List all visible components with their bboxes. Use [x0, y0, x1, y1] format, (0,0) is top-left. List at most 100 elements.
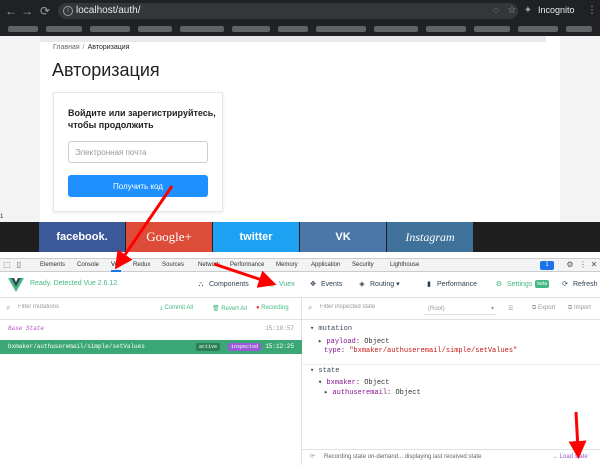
revert-all-button[interactable]: 🗑 Revert All — [212, 305, 247, 312]
address-row: ← → ⟳ i localhost/auth/ ◌ ☆ ✦ Incognito … — [0, 0, 600, 22]
twitter-button[interactable]: twitter — [213, 222, 299, 252]
url-text: localhost/auth/ — [76, 5, 141, 16]
bxmaker-prop[interactable]: ▾ bxmaker: Object — [318, 378, 389, 387]
instagram-button[interactable]: Instagram — [387, 222, 473, 252]
bookmark-item[interactable] — [566, 26, 592, 32]
facebook-button[interactable]: facebook. — [39, 222, 125, 252]
load-state-button[interactable]: → Load state — [552, 450, 588, 465]
refresh-button[interactable]: ⟳ Refresh — [560, 279, 597, 291]
tab-performance[interactable]: Performance — [230, 259, 264, 272]
state-section-label: state — [318, 367, 340, 375]
search-icon: ⌕ — [308, 303, 313, 312]
state-section[interactable]: ▾ state — [310, 366, 339, 375]
site-info-icon[interactable]: i — [63, 6, 73, 16]
inspect-element-icon[interactable]: ⬚ — [2, 260, 12, 270]
base-state-label: Base State — [8, 325, 45, 332]
extensions-icon[interactable]: ✦ — [522, 5, 534, 17]
payload-prop[interactable]: ▸ payload: Object — [318, 337, 389, 346]
bookmark-item[interactable] — [8, 26, 38, 32]
tracking-off-icon[interactable]: ◌ — [490, 5, 502, 17]
tab-network[interactable]: Network — [198, 259, 220, 272]
bookmark-item[interactable] — [518, 26, 558, 32]
import-button[interactable]: ⧉ Import — [568, 305, 591, 312]
export-button[interactable]: ⧉ Export — [532, 305, 555, 312]
page-title: Авторизация — [52, 60, 160, 80]
payload-value: Object — [364, 338, 390, 346]
forward-icon[interactable]: → — [20, 4, 34, 18]
type-value: "bxmaker/authuseremail/simple/setValues" — [349, 347, 518, 355]
load-state-label: Load state — [559, 454, 588, 460]
tab-vuex[interactable]: ◷ Vuex — [266, 279, 295, 291]
tab-settings[interactable]: ⚙ Settings beta — [494, 279, 550, 291]
tab-redux[interactable]: Redux — [133, 259, 150, 272]
devtools-tabbar: ⬚ ▯ Elements Console Vue Redux Sources N… — [0, 258, 600, 272]
import-label: Import — [573, 305, 591, 311]
mutation-section[interactable]: ▾ mutation — [310, 324, 352, 333]
back-icon[interactable]: ← — [4, 4, 18, 18]
section-divider — [302, 364, 600, 365]
routing-icon: ◈ — [359, 281, 365, 288]
filter-icon[interactable]: ☰ — [508, 305, 513, 312]
mutations-pane: ⌕ ⤓ Commit All 🗑 Revert All ● Recording … — [0, 298, 302, 465]
recording-toggle[interactable]: ● Recording — [256, 305, 289, 311]
card-heading: Войдите или зарегистрируйтесь, чтобы про… — [68, 108, 216, 130]
gear-icon[interactable]: ⚙ — [565, 260, 575, 270]
bookmark-item[interactable] — [474, 26, 510, 32]
address-bar[interactable]: i localhost/auth/ — [58, 3, 518, 19]
bookmark-star-icon[interactable]: ☆ — [506, 5, 518, 17]
tab-console[interactable]: Console — [77, 259, 99, 272]
tab-elements[interactable]: Elements — [40, 259, 65, 272]
bookmark-item[interactable] — [278, 26, 308, 32]
bookmark-item[interactable] — [232, 26, 270, 32]
get-code-button[interactable]: Получить код — [68, 175, 208, 197]
vuex-icon: ◷ — [267, 281, 275, 288]
bookmarks-bar — [0, 22, 600, 36]
bookmark-item[interactable] — [90, 26, 130, 32]
tab-components[interactable]: ⛬ Components — [196, 279, 249, 291]
bxmaker-key: bxmaker — [326, 379, 356, 387]
vue-status-text: Ready. Detected Vue 2.6.12. — [30, 280, 120, 287]
reload-icon[interactable]: ⟳ — [38, 4, 52, 18]
close-icon[interactable]: ✕ — [589, 260, 599, 270]
menu-dots-icon[interactable]: ⋮ — [586, 5, 598, 17]
messages-badge[interactable]: 1 — [540, 261, 554, 270]
tab-vue[interactable]: Vue — [111, 259, 122, 272]
social-bar: facebook. Google+ twitter VK Instagram — [0, 222, 600, 252]
tab-application[interactable]: Application — [311, 259, 340, 272]
bookmark-item[interactable] — [180, 26, 224, 32]
bookmark-item[interactable] — [46, 26, 82, 32]
sync-icon: ⟳ — [310, 454, 316, 460]
filter-mutations-input[interactable] — [18, 304, 148, 310]
tab-lighthouse[interactable]: Lighthouse — [390, 259, 419, 272]
tab-performance-vue[interactable]: ▮ Performance — [424, 279, 477, 291]
tab-memory[interactable]: Memory — [276, 259, 298, 272]
bookmark-item[interactable] — [138, 26, 172, 32]
bookmark-item[interactable] — [426, 26, 466, 32]
authuseremail-prop[interactable]: ▸ authuseremail: Object — [324, 388, 421, 397]
filter-state-input[interactable] — [320, 304, 410, 310]
device-toggle-icon[interactable]: ▯ — [14, 260, 24, 270]
commit-all-button[interactable]: ⤓ Commit All — [160, 305, 193, 312]
arrow-right-icon: → — [552, 454, 560, 460]
tab-security[interactable]: Security — [352, 259, 374, 272]
vk-button[interactable]: VK — [300, 222, 386, 252]
mutations-toolbar: ⌕ ⤓ Commit All 🗑 Revert All ● Recording — [0, 298, 302, 320]
tab-events[interactable]: ✥ Events — [308, 279, 342, 291]
root-select[interactable]: (Root) ▾ — [424, 303, 496, 315]
email-field[interactable] — [68, 141, 208, 163]
delete-icon: 🗑 — [212, 306, 222, 312]
googleplus-button[interactable]: Google+ — [126, 222, 212, 252]
incognito-label[interactable]: Incognito — [538, 5, 575, 15]
more-dots-icon[interactable]: ⋮ — [578, 260, 588, 270]
mutation-row[interactable]: bxmaker/authuseremail/simple/setValues a… — [0, 340, 302, 354]
breadcrumb-home[interactable]: Главная — [53, 44, 80, 51]
base-state-row[interactable]: Base State 15:10:57 — [0, 322, 302, 336]
tab-routing[interactable]: ◈ Routing ▾ — [357, 279, 399, 291]
tab-events-label: Events — [321, 281, 343, 288]
bookmark-item[interactable] — [374, 26, 418, 32]
tab-sources[interactable]: Sources — [162, 259, 184, 272]
bookmark-item[interactable] — [316, 26, 366, 32]
type-prop: type: "bxmaker/authuseremail/simple/setV… — [324, 347, 518, 355]
type-key: type — [324, 347, 341, 355]
edge-label: 1 — [0, 214, 4, 220]
